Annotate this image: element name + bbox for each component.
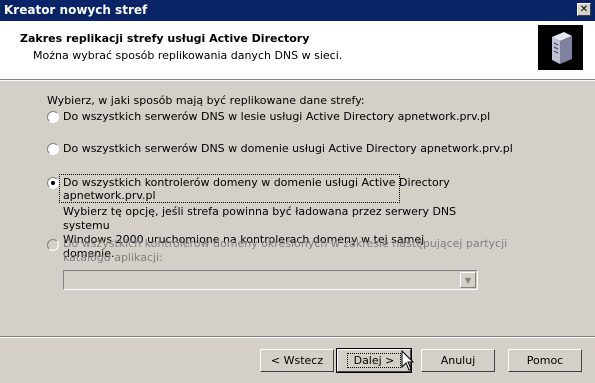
option-domain-dns-label[interactable]: Do wszystkich serwerów DNS w domenie usł… (63, 142, 513, 155)
radio-domain-dns[interactable] (47, 143, 59, 155)
option-domain-controllers-label-line2[interactable]: apnetwork.prv.pl (63, 189, 156, 202)
description-line1: Wybierz tę opcję, jeśli strefa powinna b… (63, 205, 457, 232)
server-icon (538, 25, 583, 70)
window-title: Kreator nowych stref (4, 3, 148, 17)
radio-forest[interactable] (47, 111, 59, 123)
next-button-label: Dalej > (346, 353, 402, 368)
close-button[interactable]: ✕ (577, 3, 591, 16)
mouse-cursor-icon (401, 350, 415, 371)
option-app-partition-label-line2: katalogu aplikacji: (63, 251, 163, 264)
partition-select: ▼ (63, 270, 478, 290)
help-button-label: Pomoc (526, 354, 564, 367)
option-domain-controllers-label-line1[interactable]: Do wszystkich kontrolerów domeny w domen… (63, 176, 450, 189)
radio-app-partition (47, 239, 59, 251)
replication-prompt: Wybierz, w jaki sposób mają być replikow… (47, 94, 365, 107)
option-forest-label[interactable]: Do wszystkich serwerów DNS w lesie usług… (63, 110, 490, 123)
header-divider (0, 79, 595, 81)
help-button[interactable]: Pomoc (508, 349, 582, 372)
chevron-down-icon: ▼ (460, 272, 476, 288)
cancel-button[interactable]: Anuluj (421, 349, 495, 372)
footer-divider (0, 336, 595, 338)
next-button[interactable]: Dalej > (336, 348, 412, 373)
wizard-header: Zakres replikacji strefy usługi Active D… (0, 21, 595, 79)
back-button-label: < Wstecz (270, 354, 324, 367)
cancel-button-label: Anuluj (440, 354, 476, 367)
option-app-partition-label-line1: Do wszystkich kontrolerów domeny określo… (63, 237, 508, 250)
back-button[interactable]: < Wstecz (260, 349, 334, 372)
page-subtitle: Można wybrać sposób replikowania danych … (33, 49, 343, 62)
radio-domain-controllers[interactable] (47, 177, 59, 189)
title-bar: Kreator nowych stref ✕ (0, 0, 595, 21)
close-icon: ✕ (579, 3, 589, 15)
page-title: Zakres replikacji strefy usługi Active D… (20, 32, 310, 45)
